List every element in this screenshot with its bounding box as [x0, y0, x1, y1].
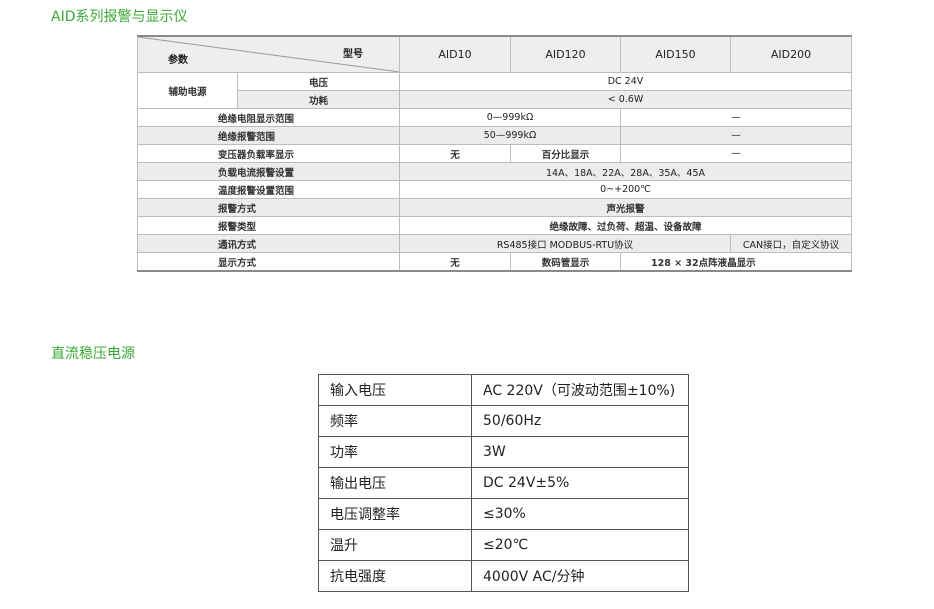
table-row: 频率 50/60Hz [318, 405, 689, 437]
load-rate-aid10: 无 [399, 144, 511, 163]
diagonal-header-cell: 型号 参数 [137, 35, 400, 73]
aid-series-title: AID系列报警与显示仪 [51, 9, 188, 25]
display-mode-label: 显示方式 [137, 252, 400, 272]
table-row: 负载电流报警设置 14A、18A、22A、28A、35A、45A [137, 162, 852, 181]
table-row: 绝缘电阻显示范围 0—999kΩ — [137, 108, 852, 127]
load-rate-label: 变压器负载率显示 [137, 144, 400, 163]
table-row: 绝缘报警范围 50—999kΩ — [137, 126, 852, 145]
spec-header-row: 型号 参数 AID10 AID120 AID150 AID200 [137, 35, 852, 73]
model-corner-label: 型号 [343, 49, 363, 60]
table-row: 报警类型 绝缘故障、过负荷、超温、设备故障 [137, 216, 852, 235]
power-row-label: 频率 [318, 405, 472, 437]
table-row: 抗电强度 4000V AC/分钟 [318, 560, 689, 592]
display-mode-aid10: 无 [399, 252, 511, 272]
table-row: 变压器负载率显示 无 百分比显示 — [137, 144, 852, 163]
param-corner-label: 参数 [168, 55, 188, 66]
table-row: 功耗 < 0.6W [138, 90, 852, 109]
aux-power-label: 辅助电源 [137, 72, 238, 109]
power-row-value: 4000V AC/分钟 [471, 560, 689, 592]
table-row: 电压调整率 ≤30% [318, 498, 689, 530]
table-row: 温升 ≤20℃ [318, 529, 689, 561]
power-row-label: 温升 [318, 529, 472, 561]
power-row-value: 3W [471, 436, 689, 468]
current-alarm-value: 14A、18A、22A、28A、35A、45A [399, 162, 852, 181]
temp-alarm-value: 0~+200℃ [399, 180, 852, 199]
power-row-label: 电压调整率 [318, 498, 472, 530]
power-row-label: 抗电强度 [318, 560, 472, 592]
current-alarm-label: 负载电流报警设置 [137, 162, 400, 181]
load-rate-dash: — [620, 144, 852, 163]
table-row: 显示方式 无 数码管显示 128 × 32点阵液晶显示 [137, 252, 852, 272]
temp-alarm-label: 温度报警设置范围 [137, 180, 400, 199]
voltage-label: 电压 [237, 72, 400, 91]
display-mode-aid120: 数码管显示 [510, 252, 621, 272]
power-row-value: ≤30% [471, 498, 689, 530]
alarm-type-value: 绝缘故障、过负荷、超温、设备故障 [399, 216, 852, 235]
power-row-value: ≤20℃ [471, 529, 689, 561]
power-row-value: DC 24V±5% [471, 467, 689, 499]
alarm-range-dash: — [620, 126, 852, 145]
comm-mode-aid200: CAN接口，自定义协议 [730, 234, 852, 253]
table-row: 通讯方式 RS485接口 MODBUS-RTU协议 CAN接口，自定义协议 [137, 234, 852, 253]
display-mode-lcd: 128 × 32点阵液晶显示 [620, 252, 852, 272]
model-aid10: AID10 [399, 35, 511, 73]
table-row: 辅助电源 电压 DC 24V [137, 72, 852, 109]
power-supply-table: 输入电压 AC 220V（可波动范围±10%) 频率 50/60Hz 功率 3W… [318, 374, 689, 592]
alarm-mode-value: 声光报警 [399, 198, 852, 217]
power-row-label: 输出电压 [318, 467, 472, 499]
alarm-range-value: 50—999kΩ [399, 126, 621, 145]
table-row: 温度报警设置范围 0~+200℃ [137, 180, 852, 199]
insulation-range-dash: — [620, 108, 852, 127]
power-row-value: 50/60Hz [471, 405, 689, 437]
load-rate-aid120: 百分比显示 [510, 144, 621, 163]
table-row: 报警方式 声光报警 [137, 198, 852, 217]
dc-power-title: 直流稳压电源 [51, 346, 135, 362]
table-row: 输入电压 AC 220V（可波动范围±10%) [318, 374, 689, 406]
insulation-range-label: 绝缘电阻显示范围 [137, 108, 400, 127]
voltage-value: DC 24V [399, 72, 852, 91]
comm-mode-value: RS485接口 MODBUS-RTU协议 [399, 234, 731, 253]
comm-mode-label: 通讯方式 [137, 234, 400, 253]
model-aid120: AID120 [510, 35, 621, 73]
table-row: 功率 3W [318, 436, 689, 468]
power-consumption-value: < 0.6W [399, 90, 852, 109]
alarm-mode-label: 报警方式 [137, 198, 400, 217]
table-row: 输出电压 DC 24V±5% [318, 467, 689, 499]
power-consumption-label: 功耗 [237, 90, 400, 109]
alarm-type-label: 报警类型 [137, 216, 400, 235]
power-row-label: 输入电压 [318, 374, 472, 406]
aid-spec-table: 型号 参数 AID10 AID120 AID150 AID200 辅助电源 电压… [137, 35, 852, 272]
alarm-range-label: 绝缘报警范围 [137, 126, 400, 145]
model-aid200: AID200 [730, 35, 852, 73]
power-row-value: AC 220V（可波动范围±10%) [471, 374, 689, 406]
insulation-range-value: 0—999kΩ [399, 108, 621, 127]
power-row-label: 功率 [318, 436, 472, 468]
model-aid150: AID150 [620, 35, 731, 73]
